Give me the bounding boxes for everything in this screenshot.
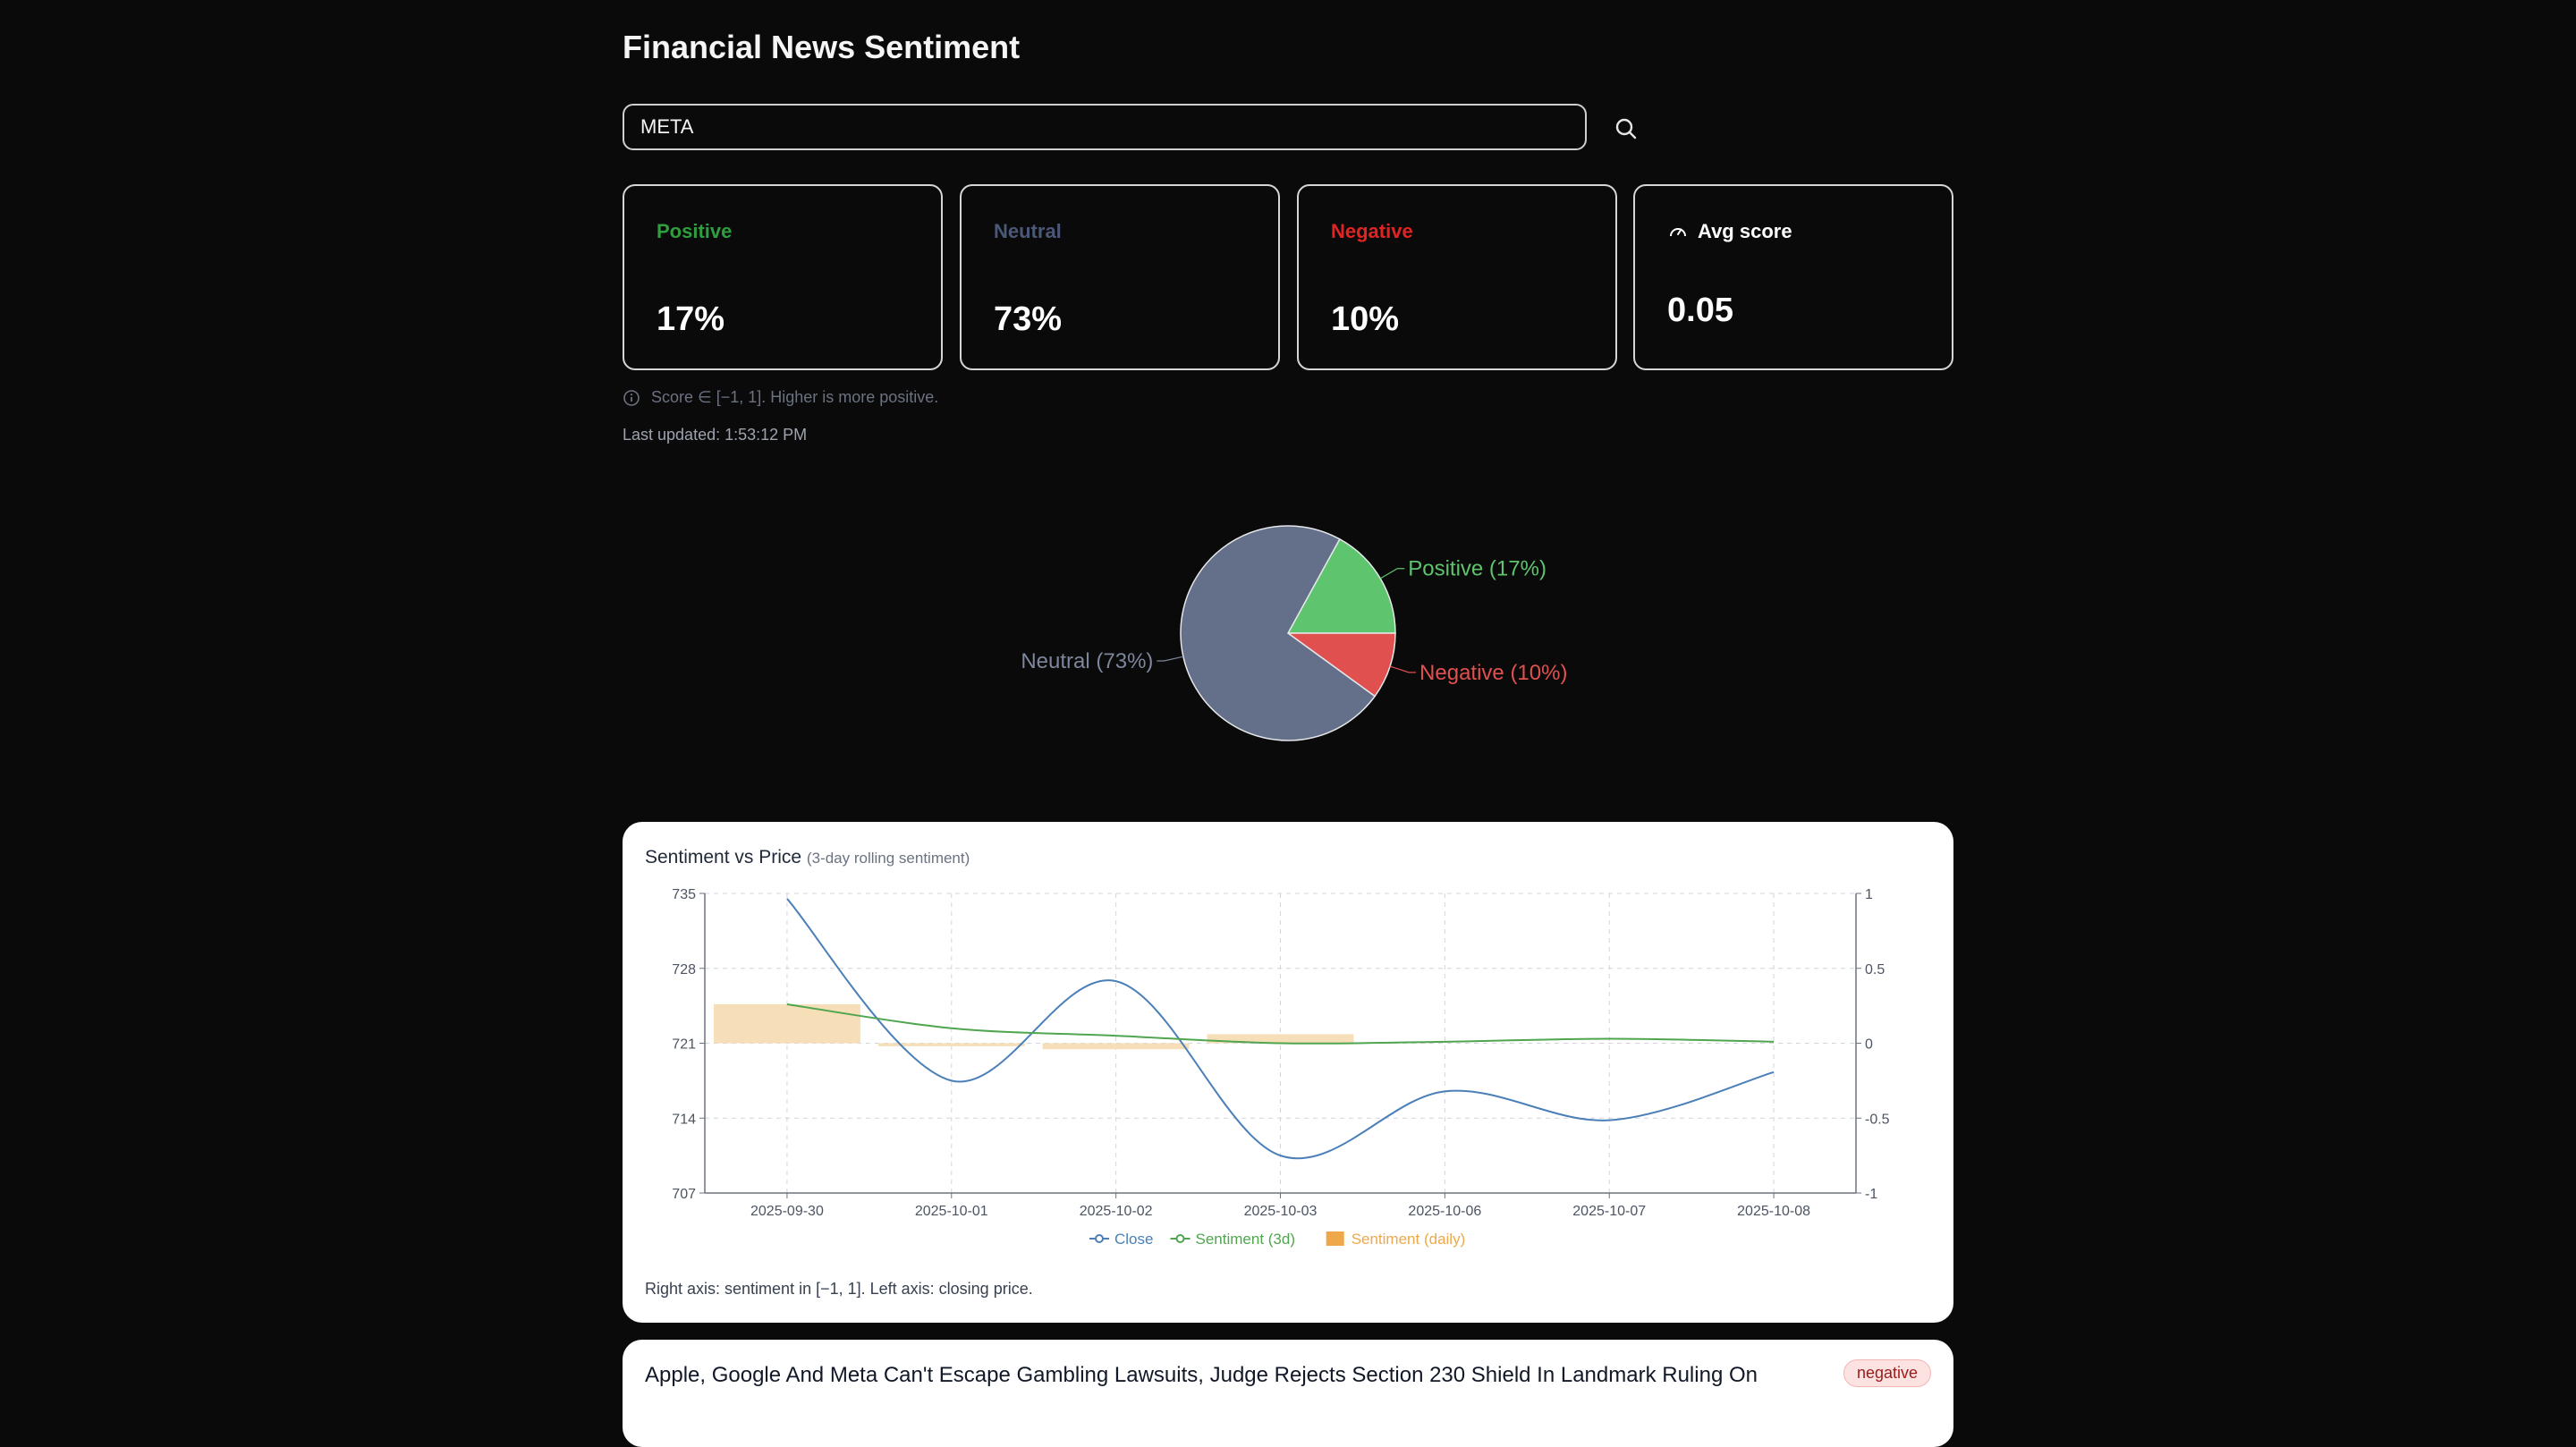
x-tick-label: 2025-10-02 bbox=[1080, 1204, 1153, 1219]
avg-score-label-row: Avg score bbox=[1667, 220, 1792, 243]
score-note-text: Score ∈ [−1, 1]. Higher is more positive… bbox=[651, 388, 939, 406]
x-tick-label: 2025-10-03 bbox=[1244, 1204, 1318, 1219]
right-tick-label: -0.5 bbox=[1865, 1112, 1890, 1127]
right-tick-label: 0 bbox=[1865, 1037, 1873, 1053]
right-tick-label: 1 bbox=[1865, 887, 1873, 902]
positive-value: 17% bbox=[657, 300, 725, 338]
right-tick-label: -1 bbox=[1865, 1187, 1877, 1202]
x-tick-label: 2025-10-06 bbox=[1408, 1204, 1481, 1219]
pie-label: Positive (17%) bbox=[1408, 557, 1546, 581]
sentiment-pie-chart: Positive (17%) Negative (10%) Neutral (73%… bbox=[1021, 525, 1567, 741]
negative-card: Negative 10% bbox=[1297, 184, 1617, 370]
positive-label: Positive bbox=[657, 220, 733, 242]
pie-leader-line bbox=[1389, 665, 1417, 673]
pie-label: Neutral (73%) bbox=[1021, 649, 1153, 673]
neutral-card: Neutral 73% bbox=[960, 184, 1280, 370]
legend-marker bbox=[1095, 1234, 1104, 1243]
gauge-icon bbox=[1670, 228, 1686, 237]
x-tick-label: 2025-10-01 bbox=[915, 1204, 988, 1219]
left-tick-label: 735 bbox=[672, 887, 696, 902]
left-tick-label: 707 bbox=[672, 1187, 696, 1202]
avg-score-label: Avg score bbox=[1698, 220, 1792, 242]
legend-label: Sentiment (daily) bbox=[1352, 1231, 1466, 1248]
search-button[interactable] bbox=[1610, 113, 1642, 145]
chart-footnote: Right axis: sentiment in [−1, 1]. Left a… bbox=[645, 1280, 1033, 1298]
pie-leader-line bbox=[1157, 656, 1184, 662]
positive-card: Positive 17% bbox=[623, 184, 943, 370]
neutral-value: 73% bbox=[994, 300, 1063, 338]
page-title: Financial News Sentiment bbox=[623, 29, 1021, 65]
right-tick-label: 0.5 bbox=[1865, 962, 1885, 977]
info-icon bbox=[623, 389, 640, 406]
legend-label: Close bbox=[1114, 1231, 1153, 1248]
left-tick-label: 728 bbox=[672, 962, 696, 977]
sentiment-badge: negative bbox=[1843, 1359, 1931, 1387]
daily-sentiment-bar bbox=[1042, 1043, 1190, 1050]
legend-marker bbox=[1175, 1234, 1185, 1243]
left-tick-label: 714 bbox=[672, 1112, 696, 1127]
negative-value: 10% bbox=[1331, 300, 1400, 338]
pie-label: Negative (10%) bbox=[1419, 661, 1567, 685]
ticker-search-input[interactable] bbox=[623, 104, 1587, 150]
search-icon bbox=[1615, 118, 1637, 140]
sentiment-vs-price-panel: Sentiment vs Price (3-day rolling sentim… bbox=[623, 822, 1953, 1323]
x-tick-label: 2025-10-07 bbox=[1572, 1204, 1646, 1219]
news-headline[interactable]: Apple, Google And Meta Can't Escape Gamb… bbox=[645, 1363, 1758, 1388]
legend-swatch bbox=[1326, 1231, 1344, 1246]
pie-leader-line bbox=[1379, 568, 1405, 580]
neutral-label: Neutral bbox=[994, 220, 1062, 242]
x-tick-label: 2025-10-08 bbox=[1737, 1204, 1810, 1219]
negative-label: Negative bbox=[1331, 220, 1413, 242]
last-updated: Last updated: 1:53:12 PM bbox=[623, 426, 808, 444]
x-tick-label: 2025-09-30 bbox=[750, 1204, 824, 1219]
news-item[interactable]: Apple, Google And Meta Can't Escape Gamb… bbox=[623, 1340, 1953, 1447]
avg-score-card: Avg score 0.05 bbox=[1633, 184, 1953, 370]
avg-score-value: 0.05 bbox=[1667, 292, 1733, 329]
sentiment-price-chart: 707 714 721 728 735 -1 -0.5 0 0.5 1 2025-09-30 2025… bbox=[672, 887, 1890, 1248]
left-tick-label: 721 bbox=[672, 1037, 696, 1053]
score-note: Score ∈ [−1, 1]. Higher is more positive… bbox=[623, 388, 938, 407]
legend-label: Sentiment (3d) bbox=[1196, 1231, 1296, 1248]
daily-sentiment-bar bbox=[714, 1003, 860, 1044]
